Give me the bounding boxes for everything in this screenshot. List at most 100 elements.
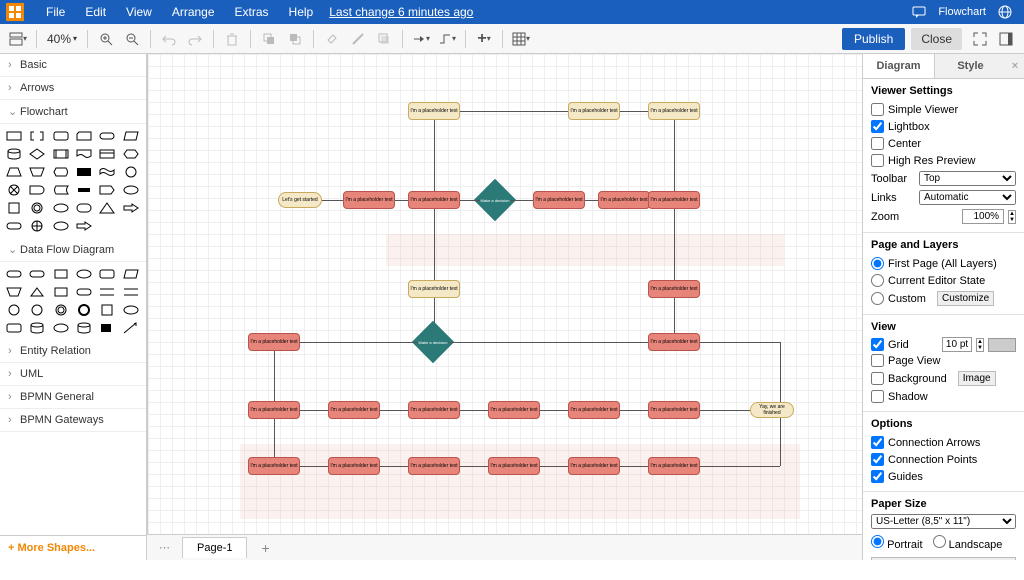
menu-arrange[interactable]: Arrange xyxy=(162,5,225,19)
shape-storage[interactable] xyxy=(74,164,94,180)
shape-df[interactable] xyxy=(27,320,47,336)
shape-trapezoid2[interactable] xyxy=(27,164,47,180)
shape-df[interactable] xyxy=(51,320,71,336)
shape-ellipse2[interactable] xyxy=(121,182,141,198)
to-front-icon[interactable] xyxy=(257,27,281,51)
flowchart-node[interactable]: I'm a placeholder text xyxy=(408,102,460,120)
add-page-button[interactable]: + xyxy=(251,536,279,560)
flowchart-node[interactable]: I'm a placeholder text xyxy=(648,191,700,209)
table-dropdown[interactable]: ▾ xyxy=(509,27,533,51)
shape-square[interactable] xyxy=(4,200,24,216)
shape-card[interactable] xyxy=(74,128,94,144)
shape-subroutine[interactable] xyxy=(51,146,71,162)
shape-df[interactable] xyxy=(121,266,141,282)
category-uml[interactable]: UML xyxy=(0,363,146,386)
flowchart-node[interactable]: I'm a placeholder text xyxy=(648,102,700,120)
category-data-flow[interactable]: Data Flow Diagram xyxy=(0,238,146,262)
shape-df[interactable] xyxy=(97,284,117,300)
tab-diagram[interactable]: Diagram xyxy=(863,54,935,78)
shape-df[interactable] xyxy=(51,284,71,300)
menu-file[interactable]: File xyxy=(36,5,75,19)
shape-df[interactable] xyxy=(121,320,141,336)
flowchart-start[interactable]: Let's get started xyxy=(278,192,322,208)
menu-view[interactable]: View xyxy=(116,5,162,19)
shape-df[interactable] xyxy=(121,302,141,318)
conn-arrows-option[interactable]: Connection Arrows xyxy=(871,434,1016,451)
category-bpmn-gateways[interactable]: BPMN Gateways xyxy=(0,409,146,432)
app-logo[interactable] xyxy=(6,3,24,21)
current-editor-option[interactable]: Current Editor State xyxy=(871,272,1016,289)
shape-parallelogram[interactable] xyxy=(121,128,141,144)
shadow-option[interactable]: Shadow xyxy=(871,388,1016,405)
shape-df[interactable] xyxy=(51,302,71,318)
edit-data-button[interactable]: Edit Data xyxy=(871,557,1016,560)
menu-extras[interactable]: Extras xyxy=(225,5,279,19)
shape-df[interactable] xyxy=(97,266,117,282)
flowchart-end[interactable]: Yay, we are finished xyxy=(750,402,794,418)
shape-trapezoid[interactable] xyxy=(4,164,24,180)
redo-icon[interactable] xyxy=(183,27,207,51)
menu-help[interactable]: Help xyxy=(279,5,324,19)
landscape-option[interactable]: Landscape xyxy=(933,535,1003,551)
zoom-in-icon[interactable] xyxy=(94,27,118,51)
shape-process[interactable] xyxy=(97,146,117,162)
paper-size-select[interactable]: US-Letter (8,5" x 11") xyxy=(871,514,1016,529)
flowchart-node[interactable]: I'm a placeholder text xyxy=(408,401,460,419)
shape-pentagon[interactable] xyxy=(97,182,117,198)
background-option[interactable]: Background Image xyxy=(871,369,1016,388)
shape-rounded2[interactable] xyxy=(74,200,94,216)
toolbar-select[interactable]: Top xyxy=(919,171,1016,186)
image-button[interactable]: Image xyxy=(958,371,996,386)
conn-points-option[interactable]: Connection Points xyxy=(871,451,1016,468)
flowchart-node[interactable]: I'm a placeholder text xyxy=(408,280,460,298)
line-color-icon[interactable] xyxy=(346,27,370,51)
lightbox-option[interactable]: Lightbox xyxy=(871,118,1016,135)
publish-button[interactable]: Publish xyxy=(842,28,905,50)
zoom-level[interactable]: 40%▾ xyxy=(43,32,81,46)
flowchart-node[interactable]: I'm a placeholder text xyxy=(568,102,620,120)
shape-cylinder[interactable] xyxy=(4,146,24,162)
links-select[interactable]: Automatic xyxy=(919,190,1016,205)
zoom-stepper[interactable]: ▲▼ xyxy=(1008,210,1016,224)
portrait-option[interactable]: Portrait xyxy=(871,535,923,551)
shape-tape[interactable] xyxy=(97,164,117,180)
globe-icon[interactable] xyxy=(992,5,1018,19)
shadow-icon[interactable] xyxy=(372,27,396,51)
waypoints-dropdown[interactable]: ▾ xyxy=(435,27,459,51)
shape-df[interactable] xyxy=(97,320,117,336)
format-panel-toggle-icon[interactable] xyxy=(994,27,1018,51)
first-page-option[interactable]: First Page (All Layers) xyxy=(871,255,1016,272)
shape-delay[interactable] xyxy=(27,182,47,198)
shape-df[interactable] xyxy=(74,302,94,318)
flowchart-node[interactable]: I'm a placeholder text xyxy=(488,457,540,475)
shape-df[interactable] xyxy=(121,284,141,300)
shape-data1[interactable] xyxy=(74,182,94,198)
grid-checkbox[interactable] xyxy=(871,338,884,351)
category-bpmn-general[interactable]: BPMN General xyxy=(0,386,146,409)
category-arrows[interactable]: Arrows xyxy=(0,77,146,100)
shape-hexagon[interactable] xyxy=(121,146,141,162)
shape-df[interactable] xyxy=(74,320,94,336)
grid-size-input[interactable]: 10 pt xyxy=(942,337,972,352)
category-basic[interactable]: Basic xyxy=(0,54,146,77)
page-tab[interactable]: Page-1 xyxy=(182,537,247,558)
shape-rect[interactable] xyxy=(4,128,24,144)
shape-document[interactable] xyxy=(74,146,94,162)
page-menu-icon[interactable]: ⋯ xyxy=(151,541,178,554)
shape-triangle[interactable] xyxy=(97,200,117,216)
shape-display[interactable] xyxy=(51,164,71,180)
category-entity-relation[interactable]: Entity Relation xyxy=(0,340,146,363)
flowchart-node[interactable]: I'm a placeholder text xyxy=(598,191,650,209)
to-back-icon[interactable] xyxy=(283,27,307,51)
flowchart-node[interactable]: I'm a placeholder text xyxy=(568,457,620,475)
undo-icon[interactable] xyxy=(157,27,181,51)
shape-or[interactable] xyxy=(27,218,47,234)
flowchart-node[interactable]: I'm a placeholder text xyxy=(488,401,540,419)
shape-rounded[interactable] xyxy=(51,128,71,144)
shape-df[interactable] xyxy=(74,266,94,282)
flowchart-node[interactable]: I'm a placeholder text xyxy=(568,401,620,419)
shape-arrow2[interactable] xyxy=(74,218,94,234)
shape-df[interactable] xyxy=(27,266,47,282)
flowchart-node[interactable]: I'm a placeholder text xyxy=(648,401,700,419)
shape-stored-data[interactable] xyxy=(51,182,71,198)
